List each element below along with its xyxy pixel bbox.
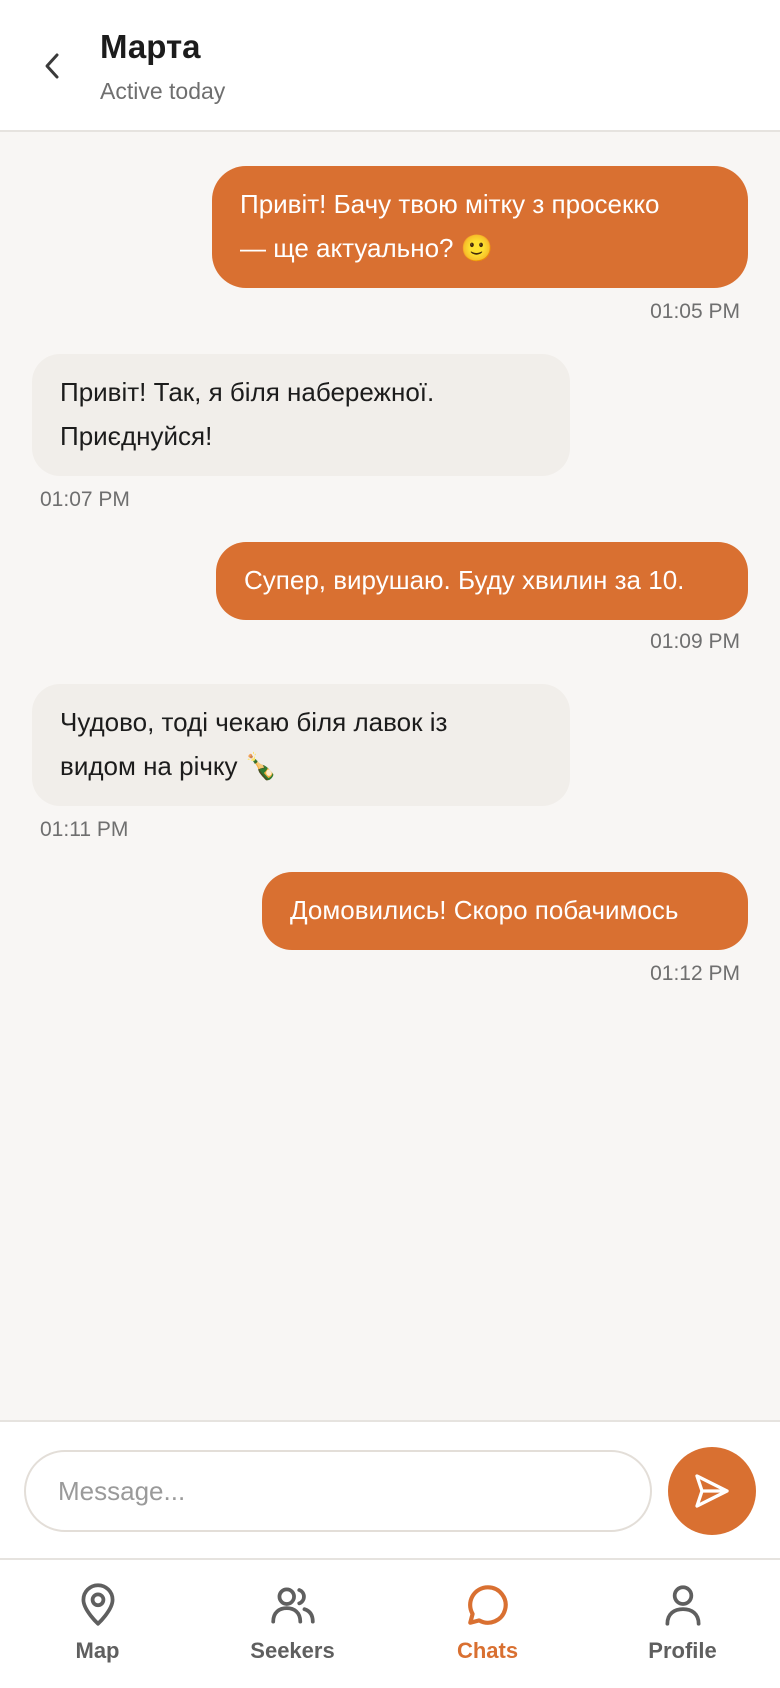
message-bubble-outgoing[interactable]: Домовились! Скоро побачимось	[262, 872, 748, 950]
message-timestamp: 01:05 PM	[650, 300, 740, 323]
back-button[interactable]	[30, 40, 74, 92]
map-pin-icon	[81, 1583, 114, 1626]
message-composer	[0, 1420, 780, 1560]
message-line: Приєднуйся!	[60, 421, 213, 451]
tab-label: Chats	[456, 1638, 519, 1663]
chat-bubble-icon	[467, 1585, 508, 1625]
tab-seekers[interactable]: Seekers	[195, 1560, 390, 1688]
message-line: Супер, вирушаю. Буду хвилин за 10.	[244, 565, 685, 595]
message-timestamp: 01:09 PM	[650, 630, 740, 653]
message-timestamp: 01:12 PM	[650, 962, 740, 985]
message-line: — ще актуально? 🙂	[240, 233, 494, 263]
message-list[interactable]: Привіт! Бачу твою мітку з просекко — ще …	[0, 132, 780, 1420]
chevron-left-icon	[45, 53, 59, 79]
tab-map[interactable]: Map	[0, 1560, 195, 1688]
tab-label: Profile	[648, 1638, 717, 1663]
message-timestamp: 01:11 PM	[40, 818, 129, 841]
message-input[interactable]	[24, 1450, 652, 1532]
contact-name: Марта	[100, 28, 201, 65]
message-bubble-incoming[interactable]: Привіт! Так, я біля набережної. Приєднуй…	[32, 354, 570, 476]
user-icon	[665, 1585, 700, 1626]
message-line: Чудово, тоді чекаю біля лавок із	[60, 707, 448, 737]
message-bubble-outgoing[interactable]: Привіт! Бачу твою мітку з просекко — ще …	[212, 166, 748, 288]
message-line: Привіт! Бачу твою мітку з просекко	[240, 189, 660, 219]
send-icon	[695, 1474, 729, 1508]
bottom-tab-bar: Map Seekers Chats Profile	[0, 1560, 780, 1688]
message-timestamp: 01:07 PM	[40, 488, 130, 511]
users-icon	[270, 1587, 315, 1624]
tab-label: Map	[75, 1638, 120, 1663]
message-line: Привіт! Так, я біля набережної.	[60, 377, 435, 407]
message-bubble-outgoing[interactable]: Супер, вирушаю. Буду хвилин за 10.	[216, 542, 748, 620]
tab-chats[interactable]: Chats	[390, 1560, 585, 1688]
tab-label: Seekers	[250, 1638, 335, 1663]
tab-profile[interactable]: Profile	[585, 1560, 780, 1688]
message-line: Домовились! Скоро побачимось	[290, 895, 679, 925]
send-button[interactable]	[668, 1447, 756, 1535]
message-bubble-incoming[interactable]: Чудово, тоді чекаю біля лавок із видом н…	[32, 684, 570, 806]
chat-header: Марта Active today	[0, 0, 780, 132]
message-line: видом на річку 🍾	[60, 751, 278, 781]
contact-status: Active today	[100, 78, 226, 104]
